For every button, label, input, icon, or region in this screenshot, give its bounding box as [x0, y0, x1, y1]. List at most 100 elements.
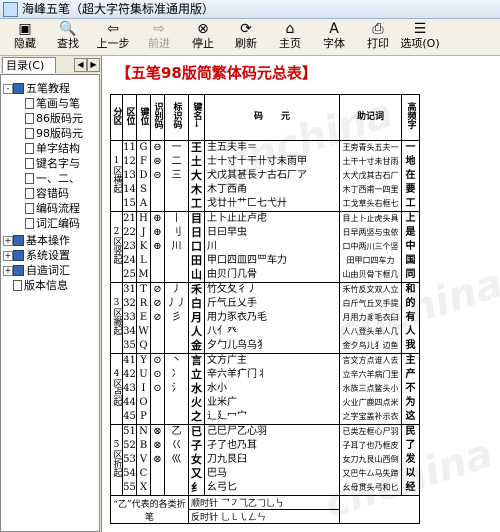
cell-keyname: 人	[191, 325, 202, 338]
cell-pos: 35	[123, 340, 136, 351]
tree-item[interactable]: 键名字与	[25, 156, 80, 171]
cell-key: T	[140, 284, 147, 295]
cell-code	[152, 467, 164, 481]
cell-mark: 二	[171, 156, 182, 167]
collapse-icon[interactable]: -	[3, 84, 13, 94]
tree-item[interactable]: 版本信息	[13, 278, 68, 293]
forward-button[interactable]: ⇨ 前进	[137, 19, 181, 55]
tree-item[interactable]: + 自造词汇	[3, 263, 70, 278]
expand-icon[interactable]: +	[3, 236, 13, 246]
app-icon	[3, 2, 18, 17]
cell-freq: 是	[405, 227, 416, 238]
cell-freq: 人	[405, 326, 416, 337]
cell-code	[152, 339, 164, 353]
cell-keyname: 白	[191, 297, 202, 310]
cell-code	[152, 183, 164, 197]
cell-freq: 产	[405, 369, 416, 380]
toolbar: ▣ 隐藏 🔍 查找 ⇦ 上一步 ⇨ 前进 ⊗ 停止 ⟳ 刷新 ⌂ 主页 A 字体 ⎙ 打印 ☰ 选项(O)	[0, 19, 500, 56]
cell-elements: 幺弓匕	[207, 482, 237, 493]
home-icon: ⌂	[285, 21, 295, 37]
tree-item[interactable]: 86版码元	[25, 111, 83, 126]
tree-item-label: 版本信息	[24, 279, 68, 292]
tree-item[interactable]: - 五笔教程	[3, 81, 70, 96]
cell-key: M	[138, 269, 149, 280]
cell-pos: 31	[123, 284, 136, 295]
tree-item[interactable]: 词汇编码	[25, 216, 80, 231]
cell-key: H	[139, 213, 148, 224]
cell-freq: 在	[405, 170, 416, 181]
home-button[interactable]: ⌂ 主页	[268, 19, 312, 55]
cell-keyname: 之	[191, 410, 202, 423]
tree-item[interactable]: 笔画与笔	[25, 96, 80, 111]
page-icon	[25, 158, 34, 169]
refresh-label: 刷新	[235, 37, 257, 50]
font-icon: A	[329, 21, 339, 37]
clockwise-label: 顺时针	[191, 499, 219, 509]
find-button[interactable]: 🔍 查找	[46, 19, 90, 55]
hide-button[interactable]: ▣ 隐藏	[3, 19, 47, 55]
tree-item[interactable]: + 系统设置	[3, 248, 70, 263]
cell-mark: 丿丿	[166, 298, 187, 309]
cell-code: ⊙	[153, 369, 162, 380]
expand-icon[interactable]: +	[3, 251, 13, 261]
cell-elements: 夕勹儿鸟乌犭	[207, 340, 267, 351]
cell-mnemonic: 木丁西甫一四里	[342, 185, 399, 194]
tree-item[interactable]: 单字结构	[25, 141, 80, 156]
tree-item[interactable]: 一、二、	[25, 171, 80, 186]
cell-keyname: 言	[191, 354, 202, 368]
cell-mnemonic: 又巴牛厶马失蹄	[342, 469, 399, 478]
tab-scroll-right-icon[interactable]: ▶	[87, 58, 100, 72]
counterclockwise-strokes: 乚㇄㇂ㄥㄣ	[220, 513, 266, 523]
cell-freq: 以	[405, 468, 416, 479]
cell-mnemonic: 目上卜止虎头具	[342, 214, 399, 223]
cell-elements: 木丁西甬	[207, 184, 247, 195]
page-title: 【五笔98版简繁体码元总表】	[116, 64, 317, 82]
font-button[interactable]: A 字体	[312, 19, 356, 55]
cell-mnemonic: 山由贝骨下框几	[342, 270, 399, 279]
stop-button[interactable]: ⊗ 停止	[181, 19, 225, 55]
options-button[interactable]: ☰ 选项(O)	[398, 19, 442, 55]
cell-mnemonic: 土干十寸未甘雨	[342, 157, 399, 166]
cell-elements: 川	[207, 241, 217, 252]
cell-code: ⊝	[153, 170, 162, 181]
back-button[interactable]: ⇦ 上一步	[91, 19, 135, 55]
tab-contents[interactable]: 目录(C)	[2, 57, 56, 73]
cell-keyname: 山	[191, 268, 202, 281]
cell-key: U	[139, 369, 148, 380]
cell-mark: 一	[171, 142, 182, 153]
tree-item[interactable]: + 基本操作	[3, 233, 70, 248]
options-label: 选项(O)	[400, 37, 440, 50]
find-icon: 🔍	[59, 21, 77, 37]
cell-keyname: 禾	[191, 283, 202, 297]
cell-keyname: 子	[191, 439, 202, 452]
cell-pos: 21	[123, 213, 136, 224]
cell-key: V	[139, 454, 148, 465]
cell-freq: 了	[405, 440, 416, 451]
refresh-icon: ⟳	[240, 21, 252, 37]
refresh-button[interactable]: ⟳ 刷新	[224, 19, 268, 55]
cell-mnemonic: 禾竹反文双人立	[342, 285, 399, 294]
tree-item[interactable]: 编码流程	[25, 201, 80, 216]
forward-arrow-icon: ⇨	[153, 21, 165, 37]
tab-scroll-left-icon[interactable]: ◀	[74, 58, 87, 72]
cell-elements: 己巳尸乙心羽	[207, 426, 267, 437]
tree-item[interactable]: 98版码元	[25, 126, 83, 141]
cell-pos: 15	[123, 198, 136, 209]
page-icon	[25, 203, 34, 214]
tree-item[interactable]: 容错码	[25, 186, 69, 201]
cell-keyname: 土	[191, 155, 202, 168]
cell-key: F	[140, 156, 147, 167]
cell-pos: 11	[123, 142, 136, 153]
print-button[interactable]: ⎙ 打印	[356, 19, 400, 55]
cell-pos: 33	[123, 312, 136, 323]
cell-mark	[166, 339, 188, 353]
cell-mark: 刂	[171, 227, 182, 238]
tree-item-label: 键名字与	[36, 157, 80, 170]
cell-pos: 23	[123, 241, 136, 252]
cell-keyname: 日	[191, 226, 202, 239]
expand-icon[interactable]: +	[3, 266, 13, 276]
cell-keyname: 田	[191, 254, 202, 267]
cell-code: ⊙	[153, 383, 162, 394]
cell-elements: 辛六羊疒门丬	[207, 369, 267, 380]
cell-mark: 三	[171, 170, 182, 181]
